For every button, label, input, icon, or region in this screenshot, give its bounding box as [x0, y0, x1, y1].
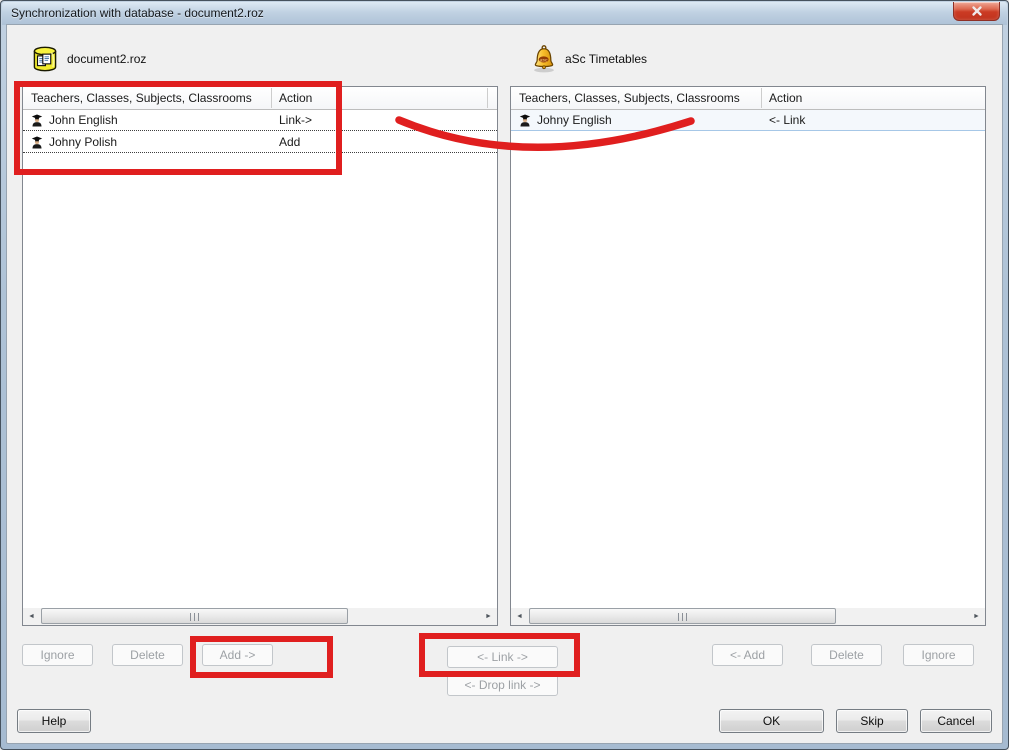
ignore-right-button[interactable]: Ignore	[903, 644, 974, 666]
table-header-left: Teachers, Classes, Subjects, Classrooms …	[23, 87, 497, 110]
teacher-icon	[519, 113, 531, 128]
drop-link-button[interactable]: <- Drop link ->	[447, 674, 558, 696]
left-source-label: document2.roz	[67, 52, 146, 66]
scroll-right-icon[interactable]: ►	[480, 608, 497, 625]
ignore-left-button[interactable]: Ignore	[22, 644, 93, 666]
row-action: Add	[279, 132, 300, 152]
close-icon	[971, 6, 982, 17]
database-icon	[30, 44, 60, 74]
ok-button[interactable]: OK	[719, 709, 824, 733]
row-action: Link->	[279, 110, 312, 130]
delete-right-button[interactable]: Delete	[811, 644, 882, 666]
column-header-action[interactable]: Action	[279, 87, 312, 109]
table-row-john-english[interactable]: John English Link->	[23, 110, 497, 131]
scroll-left-icon[interactable]: ◄	[23, 608, 40, 625]
skip-button[interactable]: Skip	[836, 709, 908, 733]
add-left-button[interactable]: <- Add	[712, 644, 783, 666]
svg-text:asc: asc	[540, 58, 548, 63]
row-name: John English	[49, 110, 118, 130]
horizontal-scrollbar-left[interactable]: ◄ ►	[23, 608, 497, 625]
column-divider[interactable]	[271, 88, 272, 108]
close-button[interactable]	[953, 2, 1000, 21]
window-title: Synchronization with database - document…	[11, 2, 264, 25]
sync-table-left: Teachers, Classes, Subjects, Classrooms …	[22, 86, 498, 626]
column-header-names[interactable]: Teachers, Classes, Subjects, Classrooms	[31, 87, 252, 109]
sync-table-right: Teachers, Classes, Subjects, Classrooms …	[510, 86, 986, 626]
column-header-action[interactable]: Action	[769, 87, 802, 109]
scrollbar-thumb[interactable]	[41, 608, 348, 624]
row-name: Johny Polish	[49, 132, 117, 152]
right-source-label: aSc Timetables	[565, 52, 647, 66]
scroll-left-icon[interactable]: ◄	[511, 608, 528, 625]
help-button[interactable]: Help	[17, 709, 91, 733]
teacher-icon	[31, 135, 43, 150]
table-row-johny-polish[interactable]: Johny Polish Add	[23, 132, 497, 153]
scrollbar-thumb[interactable]	[529, 608, 836, 624]
title-bar[interactable]: Synchronization with database - document…	[2, 2, 1007, 25]
cancel-button[interactable]: Cancel	[920, 709, 992, 733]
delete-left-button[interactable]: Delete	[112, 644, 183, 666]
column-header-names[interactable]: Teachers, Classes, Subjects, Classrooms	[519, 87, 740, 109]
link-button[interactable]: <- Link ->	[447, 646, 558, 668]
row-action: <- Link	[769, 110, 805, 130]
table-row-johny-english[interactable]: Johny English <- Link	[511, 110, 985, 131]
teacher-icon	[31, 113, 43, 128]
row-name: Johny English	[537, 110, 612, 130]
column-divider[interactable]	[761, 88, 762, 108]
column-divider[interactable]	[487, 88, 488, 108]
scroll-right-icon[interactable]: ►	[968, 608, 985, 625]
bell-icon: asc	[528, 43, 560, 75]
table-header-right: Teachers, Classes, Subjects, Classrooms …	[511, 87, 985, 110]
horizontal-scrollbar-right[interactable]: ◄ ►	[511, 608, 985, 625]
add-right-button[interactable]: Add ->	[202, 644, 273, 666]
